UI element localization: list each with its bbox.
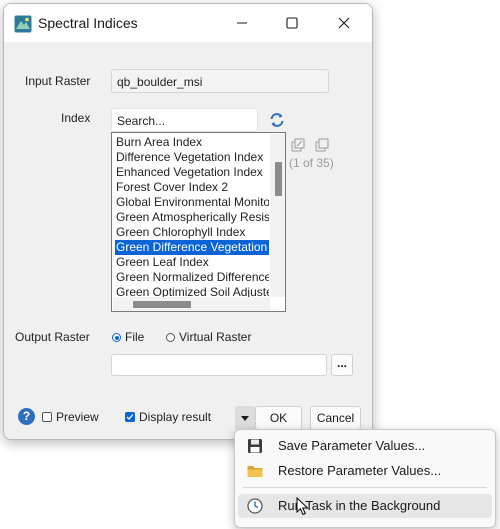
index-search-input[interactable]: Search... — [111, 108, 258, 132]
app-icon — [14, 15, 32, 33]
menu-item-save-parameter-values[interactable]: Save Parameter Values... — [238, 434, 492, 458]
maximize-icon — [286, 17, 298, 29]
index-label: Index — [61, 111, 91, 125]
options-dropdown-button[interactable] — [235, 406, 255, 430]
dropdown-arrow-icon — [241, 416, 249, 421]
output-raster-label: Output Raster — [15, 330, 90, 344]
floppy-disk-icon — [246, 437, 264, 455]
menu-item-label: Restore Parameter Values... — [278, 463, 442, 478]
minimize-icon — [237, 22, 247, 24]
index-listbox[interactable]: Green Optimized Soil Adjusted Vegetation… — [111, 132, 286, 312]
clock-icon — [246, 497, 264, 515]
index-list-item[interactable]: Green Normalized Difference Vegetation I… — [115, 270, 269, 285]
mouse-cursor-icon — [296, 496, 310, 517]
display-result-checkbox-option[interactable]: Display result — [125, 410, 225, 426]
window-title: Spectral Indices — [38, 15, 138, 31]
display-result-label: Display result — [139, 410, 212, 424]
close-icon — [338, 17, 350, 29]
display-result-checkbox[interactable] — [125, 412, 135, 422]
index-list-item[interactable]: Burn Area Index — [115, 135, 269, 150]
collapse-icon[interactable] — [315, 138, 329, 152]
index-search-placeholder: Search... — [117, 114, 166, 128]
refresh-icon[interactable] — [268, 111, 286, 129]
menu-item-restore-parameter-values[interactable]: Restore Parameter Values... — [238, 459, 492, 483]
input-raster-field[interactable]: qb_boulder_msi — [111, 69, 329, 93]
title-bar[interactable]: Spectral Indices — [4, 4, 372, 42]
cancel-button[interactable]: Cancel — [310, 406, 361, 430]
options-context-menu: Save Parameter Values... Restore Paramet… — [234, 429, 496, 528]
list-horizontal-scroll-thumb[interactable] — [133, 301, 191, 308]
browse-button[interactable]: ... — [331, 354, 353, 376]
index-list-item[interactable]: Enhanced Vegetation Index — [115, 165, 269, 180]
maximize-button[interactable] — [266, 4, 318, 42]
file-radio-label: File — [125, 330, 145, 344]
virtual-raster-radio[interactable] — [166, 333, 175, 342]
list-vertical-scrollbar[interactable] — [270, 134, 285, 297]
index-list-item[interactable]: Forest Cover Index 2 — [115, 180, 269, 195]
index-list-item[interactable]: Global Environmental Monitoring Index — [115, 195, 269, 210]
spectral-indices-dialog: Spectral Indices Input Raster qb_boulder… — [3, 3, 373, 440]
menu-separator — [243, 487, 487, 488]
index-list-item[interactable]: Green Chlorophyll Index — [115, 225, 269, 240]
index-list-item[interactable]: Green Atmospherically Resistant Index — [115, 210, 269, 225]
preview-checkbox-option[interactable]: Preview — [42, 410, 112, 426]
input-raster-label: Input Raster — [25, 74, 91, 88]
list-vertical-scroll-thumb[interactable] — [275, 162, 282, 196]
index-list-item[interactable]: Green Difference Vegetation Index — [115, 240, 269, 255]
index-count-text: (1 of 35) — [289, 156, 334, 170]
virtual-raster-radio-option[interactable]: Virtual Raster — [165, 330, 265, 346]
menu-item-run-in-background[interactable]: Run Task in the Background — [238, 494, 492, 518]
close-button[interactable] — [318, 4, 370, 42]
preview-label: Preview — [56, 410, 99, 424]
expand-selected-icon[interactable] — [291, 138, 305, 152]
menu-item-label: Save Parameter Values... — [278, 438, 426, 453]
virtual-raster-radio-label: Virtual Raster — [179, 330, 252, 344]
list-horizontal-scrollbar[interactable] — [113, 297, 270, 311]
help-icon[interactable]: ? — [18, 408, 35, 425]
index-list-item[interactable]: Difference Vegetation Index — [115, 150, 269, 165]
folder-icon — [246, 462, 264, 480]
index-list-item[interactable]: Green Leaf Index — [115, 255, 269, 270]
preview-checkbox[interactable] — [42, 412, 52, 422]
minimize-button[interactable] — [216, 4, 268, 42]
ok-button[interactable]: OK — [255, 406, 302, 430]
file-radio[interactable] — [112, 333, 121, 342]
input-raster-value: qb_boulder_msi — [117, 75, 203, 89]
file-radio-option[interactable]: File — [111, 330, 171, 346]
output-filename-input[interactable] — [111, 354, 327, 376]
